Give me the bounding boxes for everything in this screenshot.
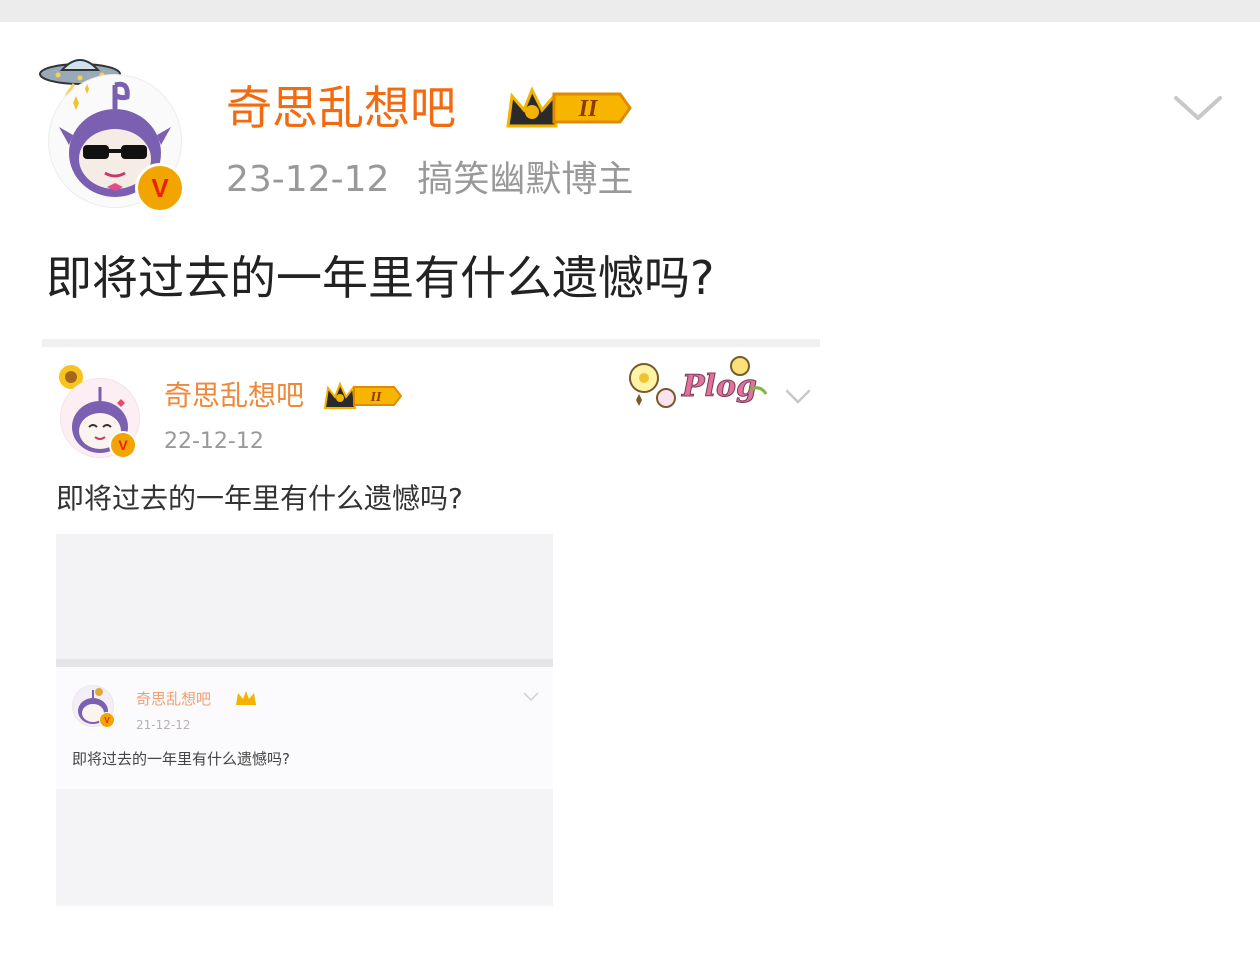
nested-avatar-1: V (60, 378, 140, 459)
post-content: 即将过去的一年里有什么遗憾吗? (46, 251, 715, 305)
blank-area (56, 789, 553, 906)
verified-v-icon: V (135, 163, 185, 213)
blank-area (56, 534, 553, 659)
nested-username-2: 奇思乱想吧 (136, 690, 212, 708)
chevron-down-icon (523, 692, 539, 702)
embedded-screenshot-inner: V 奇思乱想吧 21-12-12 即将过去的一年里有什么遗憾吗? (56, 534, 553, 906)
nested-username-1: 奇思乱想吧 (164, 379, 305, 412)
post-user-tag[interactable]: 搞笑幽默博主 (417, 159, 633, 200)
post-date: 23-12-12 (226, 159, 390, 200)
nested-avatar-2: V (72, 685, 115, 728)
post-meta: 23-12-12 搞笑幽默博主 (226, 158, 661, 202)
verified-v-icon: V (99, 712, 115, 728)
chevron-down-icon[interactable] (1172, 92, 1224, 124)
chevron-down-icon (785, 389, 811, 404)
nested-content-1: 即将过去的一年里有什么遗憾吗? (56, 482, 463, 515)
verified-v-icon: V (109, 431, 137, 459)
divider (56, 659, 553, 667)
post-username[interactable]: 奇思乱想吧 (226, 80, 456, 136)
status-bar-strip (0, 0, 1260, 22)
crown-level-icon: II (323, 381, 403, 409)
crown-level-icon (236, 691, 256, 705)
nested-post-2: V 奇思乱想吧 21-12-12 即将过去的一年里有什么遗憾吗? (56, 667, 553, 789)
svg-text:II: II (370, 390, 382, 405)
crown-level-icon: II (506, 86, 632, 128)
nested-date-2: 21-12-12 (136, 718, 191, 732)
svg-text:II: II (578, 96, 599, 122)
user-avatar[interactable]: V (48, 74, 185, 213)
nested-content-2: 即将过去的一年里有什么遗憾吗? (72, 750, 290, 768)
nested-date-1: 22-12-12 (164, 429, 264, 454)
plog-sticker-icon: Plog (629, 356, 768, 408)
